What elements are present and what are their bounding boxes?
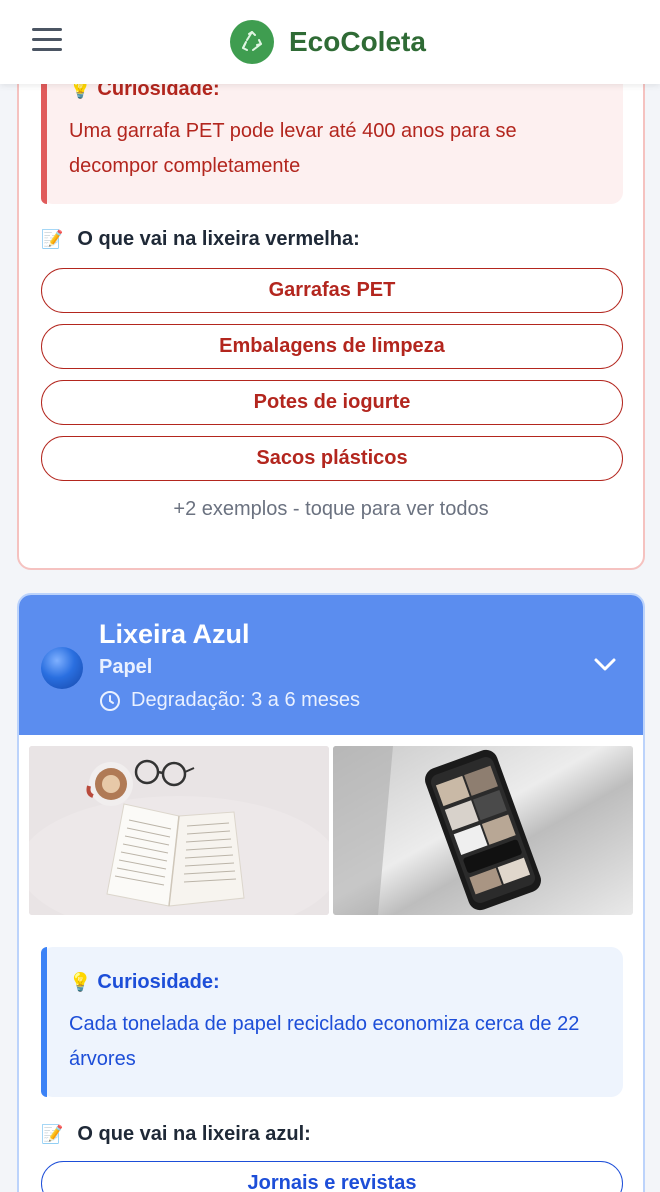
- hamburger-menu-icon[interactable]: [32, 28, 62, 54]
- item-pill[interactable]: Sacos plásticos: [41, 436, 623, 481]
- brand[interactable]: EcoColeta: [230, 20, 426, 64]
- curiosity-box: 💡 Curiosidade: Cada tonelada de papel re…: [41, 947, 623, 1097]
- paper-book-photo: [29, 746, 329, 915]
- show-more-link[interactable]: +2 exemplos - toque para ver todos: [19, 498, 643, 521]
- blue-bin-header[interactable]: Lixeira Azul Papel Degradação: 3 a 6 mes…: [19, 595, 643, 735]
- memo-icon: 📝: [41, 1124, 64, 1144]
- item-pill[interactable]: Garrafas PET: [41, 268, 623, 313]
- bin-title: Lixeira Azul: [99, 619, 250, 649]
- smartphone-photo: [333, 746, 633, 915]
- list-title: 📝 O que vai na lixeira azul:: [41, 1123, 311, 1145]
- item-pill[interactable]: Potes de iogurte: [41, 380, 623, 425]
- app-name: EcoColeta: [289, 26, 426, 57]
- curiosity-title: Curiosidade:: [97, 971, 220, 993]
- bin-subtitle: Papel: [99, 656, 153, 678]
- curiosity-text: Cada tonelada de papel reciclado economi…: [69, 1013, 580, 1070]
- list-title: 📝 O que vai na lixeira vermelha:: [41, 228, 360, 250]
- blue-bin-card: Lixeira Azul Papel Degradação: 3 a 6 mes…: [17, 593, 645, 1192]
- lightbulb-icon: 💡: [69, 972, 92, 992]
- blue-circle-icon: [41, 647, 83, 689]
- item-pill[interactable]: Embalagens de limpeza: [41, 324, 623, 369]
- chevron-down-icon[interactable]: [593, 655, 617, 675]
- recycle-icon: [230, 20, 274, 64]
- curiosity-text: Uma garrafa PET pode levar até 400 anos …: [69, 120, 517, 177]
- item-pill[interactable]: Jornais e revistas: [41, 1161, 623, 1192]
- memo-icon: 📝: [41, 229, 64, 249]
- degradation-info: Degradação: 3 a 6 meses: [99, 689, 360, 712]
- app-header: EcoColeta: [0, 0, 660, 84]
- clock-icon: [100, 690, 120, 711]
- red-bin-card: 💡 Curiosidade: Uma garrafa PET pode leva…: [17, 40, 645, 570]
